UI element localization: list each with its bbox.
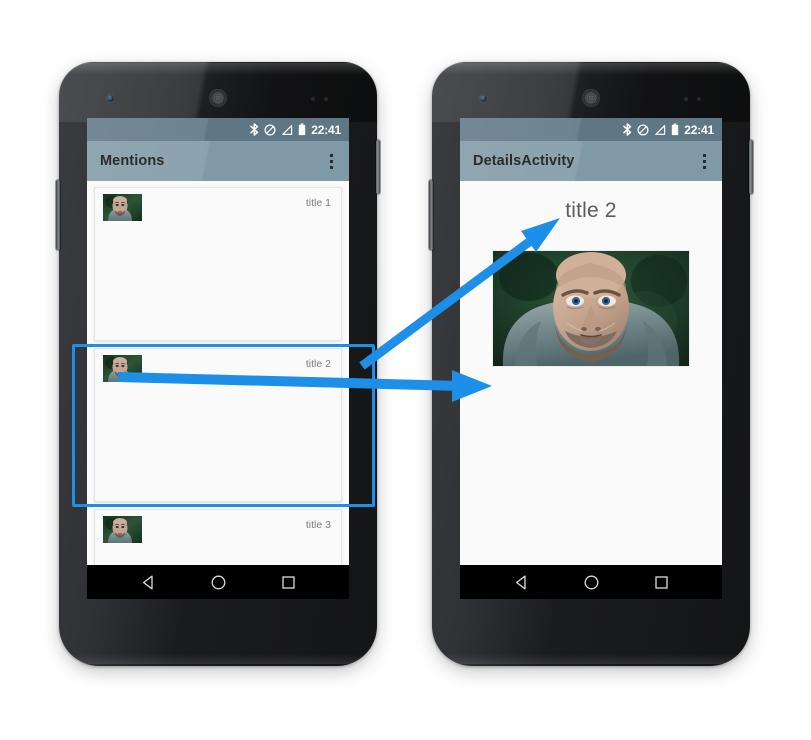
app-bar-title: DetailsActivity bbox=[473, 153, 575, 169]
proximity-sensor-icon bbox=[684, 97, 714, 102]
signal-icon bbox=[282, 124, 293, 135]
overflow-menu-icon[interactable] bbox=[322, 148, 340, 174]
list-content: title 1 title 2 title 3 bbox=[87, 181, 349, 565]
details-body: title 2 bbox=[460, 181, 722, 366]
app-bar-title: Mentions bbox=[100, 153, 165, 169]
list-item-thumbnail bbox=[103, 194, 142, 221]
screen-details: 22:41 DetailsActivity title 2 bbox=[460, 118, 722, 599]
status-bar: 22:41 bbox=[87, 118, 349, 141]
diagram-stage: 22:41 Mentions title 1 title 2 title 3 2… bbox=[0, 0, 811, 740]
earpiece-speaker-icon bbox=[209, 89, 227, 107]
navigation-bar bbox=[87, 565, 349, 599]
list-item-thumbnail bbox=[103, 516, 142, 543]
back-button[interactable] bbox=[139, 573, 158, 592]
list-item-title: title 1 bbox=[305, 197, 331, 209]
status-bar-clock: 22:41 bbox=[684, 122, 714, 137]
details-title: title 2 bbox=[565, 199, 617, 222]
volume-button[interactable] bbox=[56, 180, 60, 250]
power-button[interactable] bbox=[749, 140, 753, 194]
bezel-top-glare bbox=[440, 63, 742, 75]
bezel-bottom-glare bbox=[446, 654, 736, 664]
list-item-title: title 2 bbox=[305, 358, 331, 370]
recents-button[interactable] bbox=[279, 573, 298, 592]
front-camera-icon bbox=[480, 95, 487, 102]
bezel-top-glare bbox=[67, 63, 369, 75]
bluetooth-icon bbox=[250, 123, 259, 136]
app-bar-details: DetailsActivity bbox=[460, 141, 722, 181]
status-bar: 22:41 bbox=[460, 118, 722, 141]
front-camera-icon bbox=[107, 95, 114, 102]
list-item[interactable]: title 3 bbox=[94, 509, 342, 565]
navigation-bar bbox=[460, 565, 722, 599]
list-item-title: title 3 bbox=[305, 519, 331, 531]
list-item[interactable]: title 2 bbox=[94, 348, 342, 502]
phone-device-details: 22:41 DetailsActivity title 2 bbox=[429, 62, 753, 666]
battery-icon bbox=[672, 123, 679, 136]
earpiece-speaker-icon bbox=[582, 89, 600, 107]
overflow-menu-icon[interactable] bbox=[695, 148, 713, 174]
bezel-bottom-glare bbox=[73, 654, 363, 664]
recents-button[interactable] bbox=[652, 573, 671, 592]
status-bar-clock: 22:41 bbox=[311, 122, 341, 137]
battery-icon bbox=[299, 123, 306, 136]
details-content: title 2 bbox=[460, 181, 722, 565]
back-button[interactable] bbox=[512, 573, 531, 592]
screen-list: 22:41 Mentions title 1 title 2 title 3 bbox=[87, 118, 349, 599]
volume-button[interactable] bbox=[429, 180, 433, 250]
list-item[interactable]: title 1 bbox=[94, 187, 342, 341]
app-bar-list: Mentions bbox=[87, 141, 349, 181]
details-hero-image bbox=[493, 251, 689, 366]
home-button[interactable] bbox=[209, 573, 228, 592]
mentions-list: title 1 title 2 title 3 bbox=[87, 181, 349, 565]
do-not-disturb-icon bbox=[637, 123, 649, 136]
proximity-sensor-icon bbox=[311, 97, 341, 102]
do-not-disturb-icon bbox=[264, 123, 276, 136]
home-button[interactable] bbox=[582, 573, 601, 592]
bluetooth-icon bbox=[623, 123, 632, 136]
signal-icon bbox=[655, 124, 666, 135]
list-item-thumbnail bbox=[103, 355, 142, 382]
phone-device-list: 22:41 Mentions title 1 title 2 title 3 bbox=[56, 62, 380, 666]
power-button[interactable] bbox=[376, 140, 380, 194]
